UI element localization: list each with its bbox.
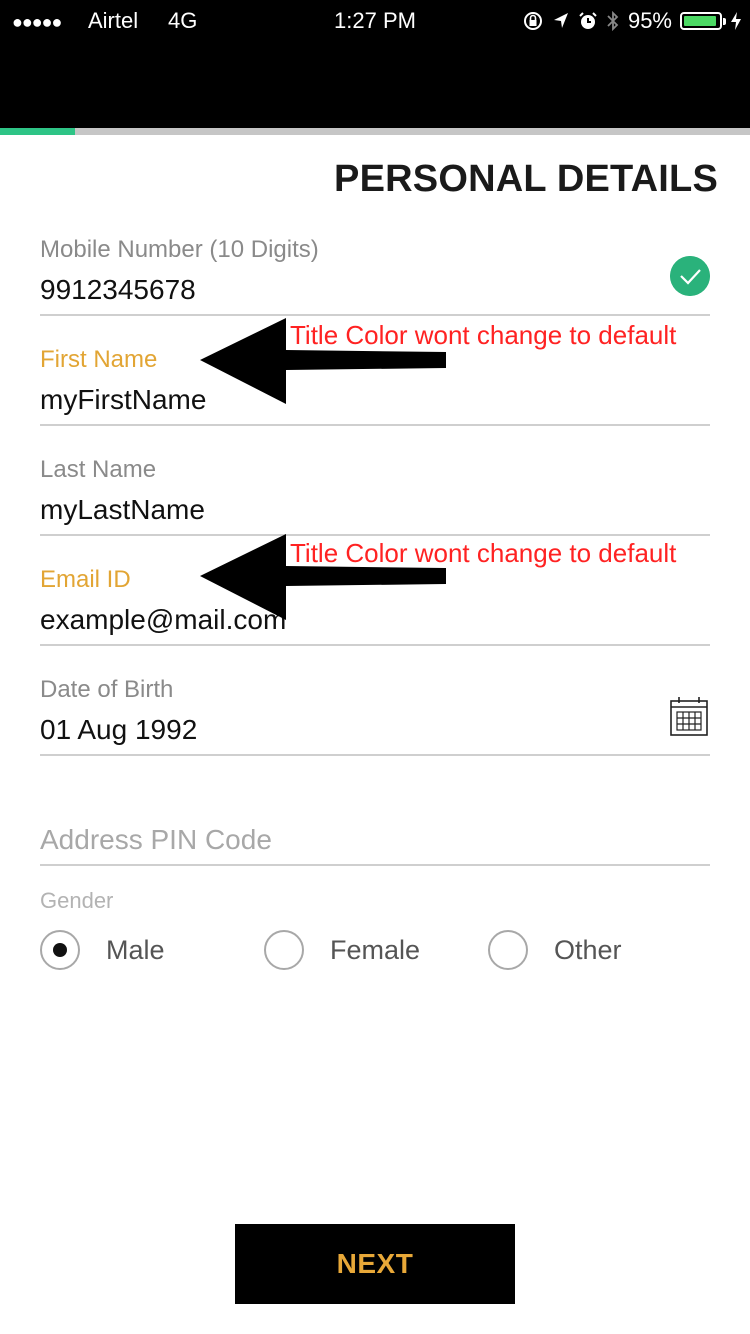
- radio-male-circle[interactable]: [40, 930, 80, 970]
- mobile-number-label: Mobile Number (10 Digits): [40, 236, 319, 263]
- alarm-icon: [579, 12, 597, 29]
- battery-icon: [680, 12, 726, 30]
- arrow-left-icon: [200, 534, 446, 620]
- email-label: Email ID: [40, 566, 131, 593]
- arrow-left-icon: [200, 318, 446, 404]
- status-right-cluster: 95%: [522, 6, 742, 36]
- mobile-number-field[interactable]: Mobile Number (10 Digits) 9912345678: [40, 236, 710, 316]
- battery-fill: [684, 16, 717, 26]
- mobile-number-input[interactable]: 9912345678: [40, 274, 196, 306]
- last-name-input[interactable]: myLastName: [40, 494, 205, 526]
- gender-option-female[interactable]: Female: [264, 926, 420, 974]
- bluetooth-icon: [607, 10, 619, 32]
- check-circle-icon: [670, 256, 710, 296]
- first-name-input[interactable]: myFirstName: [40, 384, 206, 416]
- radio-selected-dot: [53, 943, 67, 957]
- pin-code-field[interactable]: Address PIN Code: [40, 816, 710, 866]
- calendar-icon[interactable]: [670, 696, 708, 736]
- location-icon: [553, 13, 568, 28]
- date-of-birth-input[interactable]: 01 Aug 1992: [40, 714, 197, 746]
- gender-option-male[interactable]: Male: [40, 926, 165, 974]
- gender-label: Gender: [40, 888, 114, 913]
- status-bar: ●●●●● Airtel 4G 1:27 PM 95%: [0, 0, 750, 128]
- last-name-field[interactable]: Last Name myLastName: [40, 456, 710, 536]
- page-title: PERSONAL DETAILS: [334, 158, 718, 200]
- lock-rotation-icon: [523, 12, 542, 30]
- next-button[interactable]: NEXT: [235, 1224, 515, 1304]
- date-of-birth-field[interactable]: Date of Birth 01 Aug 1992: [40, 676, 710, 756]
- radio-other-circle[interactable]: [488, 930, 528, 970]
- gender-radio-group: Male Female Other: [40, 926, 710, 974]
- gender-option-label: Male: [106, 934, 165, 965]
- battery-cap: [723, 18, 726, 25]
- pin-code-input[interactable]: Address PIN Code: [40, 824, 272, 856]
- date-of-birth-label: Date of Birth: [40, 676, 174, 703]
- gender-option-other[interactable]: Other: [488, 926, 622, 974]
- radio-female-circle[interactable]: [264, 930, 304, 970]
- battery-percent: 95%: [627, 8, 672, 33]
- first-name-label: First Name: [40, 346, 158, 373]
- progress-fill: [0, 128, 75, 135]
- last-name-label: Last Name: [40, 456, 157, 483]
- gender-option-label: Other: [554, 934, 622, 965]
- charging-icon: [731, 12, 741, 30]
- progress-bar: [0, 128, 750, 135]
- gender-option-label: Female: [330, 934, 421, 965]
